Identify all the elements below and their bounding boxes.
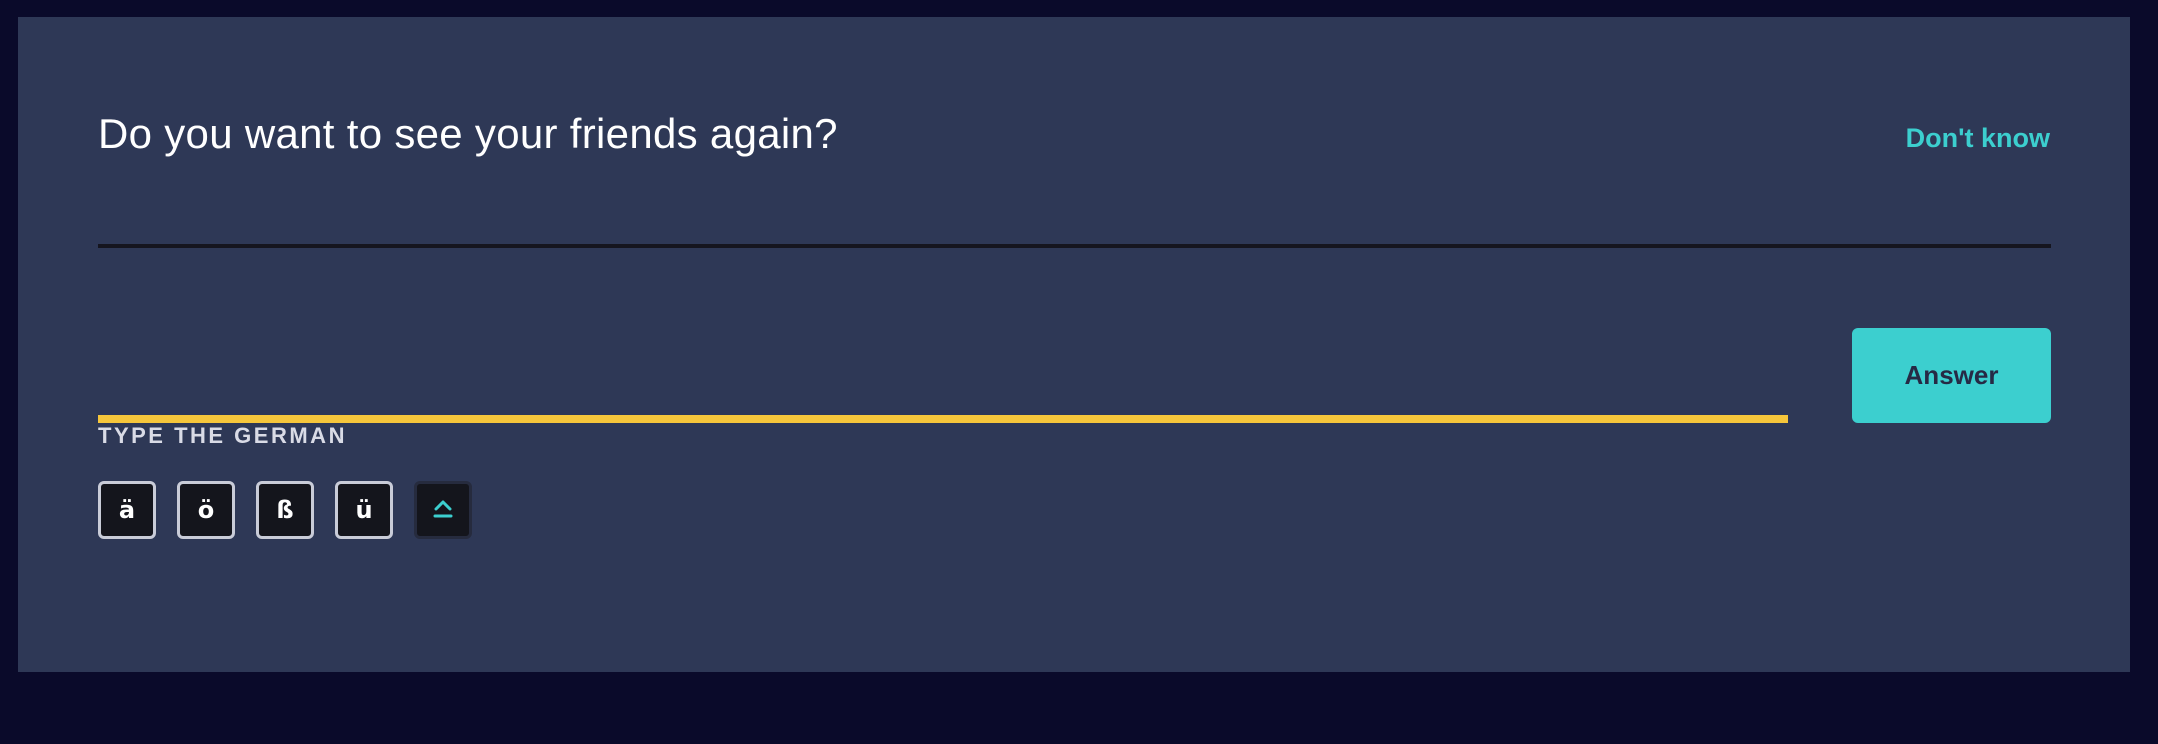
- special-characters-bar: ä ö ß ü: [98, 481, 472, 539]
- input-hint-label: TYPE THE GERMAN: [98, 423, 347, 448]
- key-o-umlaut[interactable]: ö: [177, 481, 235, 539]
- shift-key-button[interactable]: [414, 481, 472, 539]
- key-a-umlaut[interactable]: ä: [98, 481, 156, 539]
- prompt-divider: [98, 244, 2051, 248]
- question-card: Do you want to see your friends again? D…: [18, 17, 2130, 672]
- question-prompt: Do you want to see your friends again?: [98, 110, 838, 157]
- answer-input[interactable]: [98, 347, 1788, 423]
- key-u-umlaut[interactable]: ü: [335, 481, 393, 539]
- caps-shift-icon: [432, 500, 454, 520]
- dont-know-link[interactable]: Don't know: [1906, 123, 2050, 154]
- key-eszett[interactable]: ß: [256, 481, 314, 539]
- answer-button[interactable]: Answer: [1852, 328, 2051, 423]
